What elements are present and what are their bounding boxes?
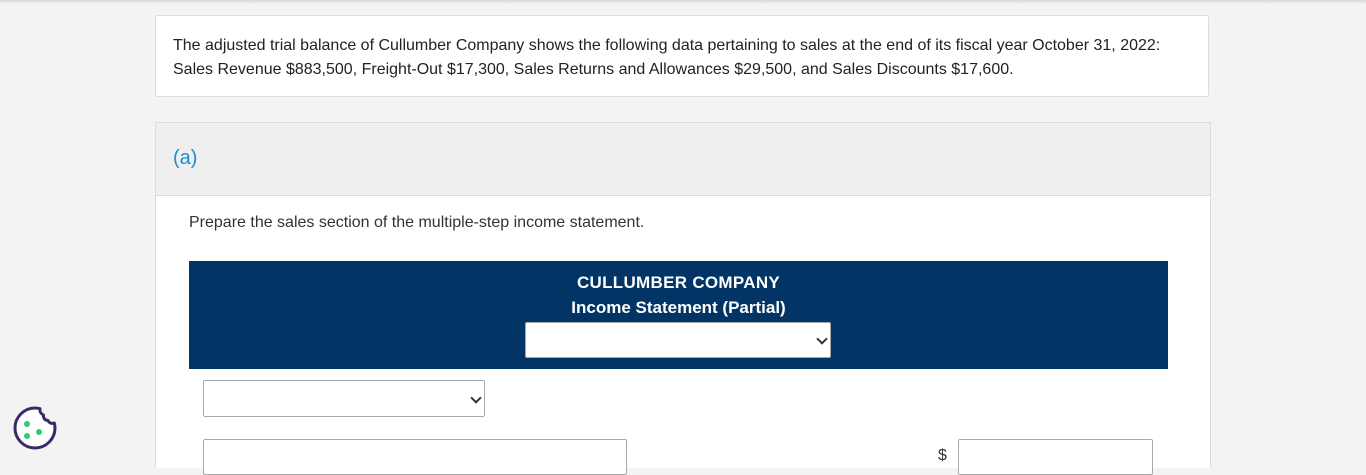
statement-date-select[interactable] bbox=[525, 322, 831, 358]
chevron-down-icon bbox=[816, 333, 828, 345]
cookie-settings-button[interactable] bbox=[12, 405, 58, 451]
description-input[interactable] bbox=[203, 439, 627, 475]
amount-input[interactable] bbox=[958, 439, 1153, 475]
part-a-panel: (a) Prepare the sales section of the mul… bbox=[155, 122, 1211, 475]
part-a-header: (a) bbox=[156, 123, 1210, 196]
statement-title: Income Statement (Partial) bbox=[571, 298, 786, 317]
company-name: CULLUMBER COMPANY bbox=[576, 273, 781, 292]
chevron-down-icon bbox=[470, 391, 482, 404]
problem-statement-box: The adjusted trial balance of Cullumber … bbox=[155, 15, 1209, 97]
cookie-icon bbox=[13, 406, 57, 450]
account-select[interactable] bbox=[203, 380, 485, 417]
income-statement-header: CULLUMBER COMPANY Income Statement (Part… bbox=[189, 261, 1168, 369]
problem-text: The adjusted trial balance of Cullumber … bbox=[173, 37, 1161, 78]
currency-symbol: $ bbox=[938, 447, 947, 464]
part-label: (a) bbox=[173, 147, 198, 169]
part-instruction: Prepare the sales section of the multipl… bbox=[189, 214, 645, 231]
top-shadow bbox=[0, 0, 1366, 4]
